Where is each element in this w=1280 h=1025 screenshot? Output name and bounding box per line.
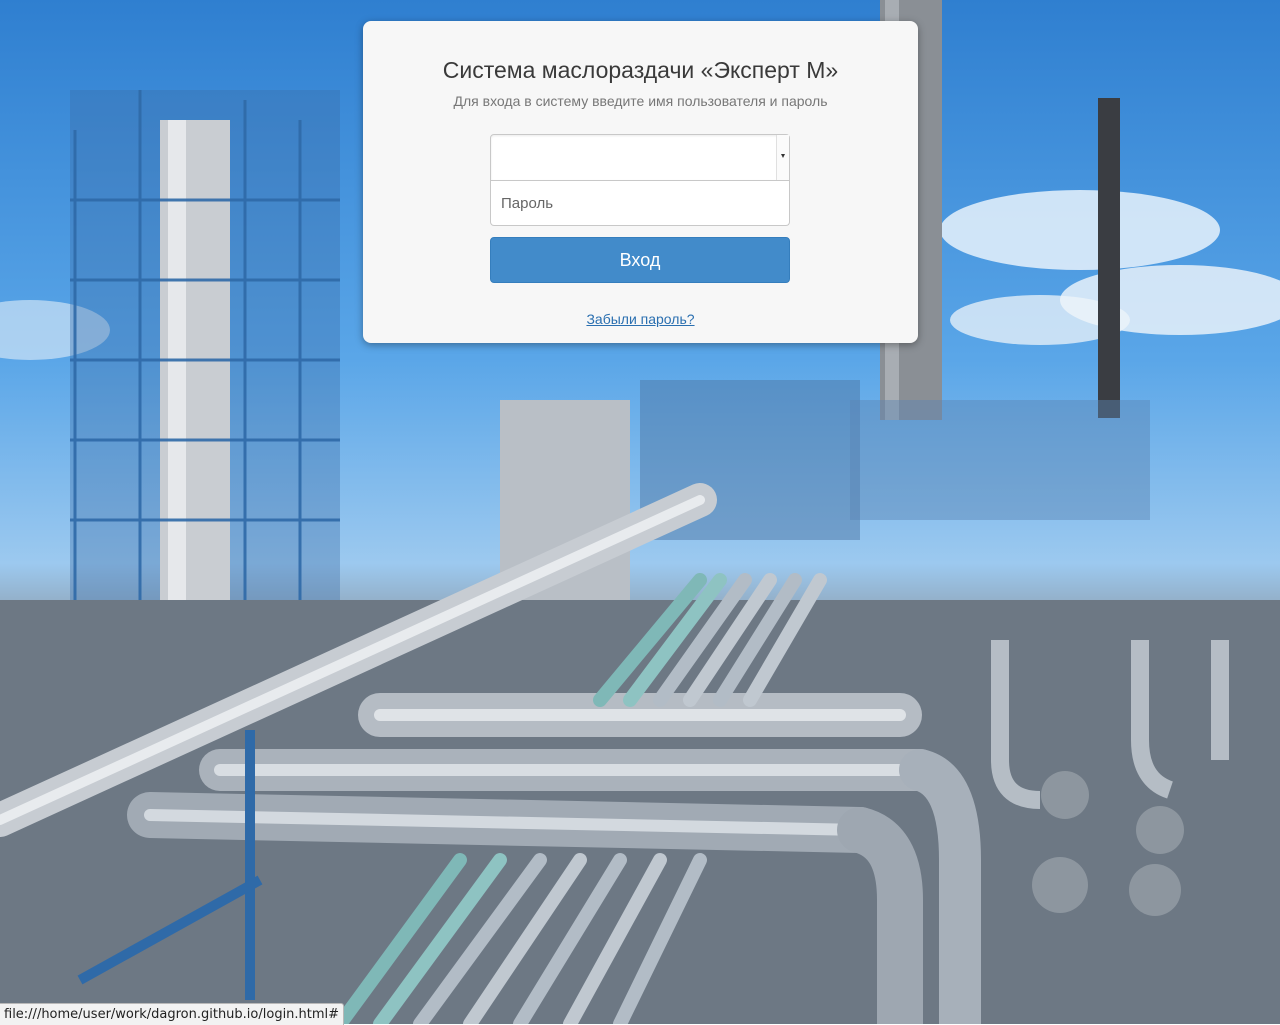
forgot-password-link[interactable]: Забыли пароль? bbox=[363, 311, 918, 327]
login-card: Система маслораздачи «Эксперт М» Для вхо… bbox=[363, 21, 918, 343]
browser-status-bar: file:///home/user/work/dagron.github.io/… bbox=[0, 1003, 345, 1025]
username-select[interactable] bbox=[490, 134, 790, 181]
status-url: file:///home/user/work/dagron.github.io/… bbox=[4, 1007, 340, 1022]
login-button[interactable]: Вход bbox=[490, 237, 790, 283]
login-subtitle: Для входа в систему введите имя пользова… bbox=[453, 93, 828, 109]
caret-down-icon bbox=[781, 154, 785, 158]
login-title: Система маслораздачи «Эксперт М» bbox=[442, 57, 839, 83]
password-input[interactable] bbox=[490, 181, 790, 226]
forgot-password-label[interactable]: Забыли пароль? bbox=[586, 311, 694, 327]
